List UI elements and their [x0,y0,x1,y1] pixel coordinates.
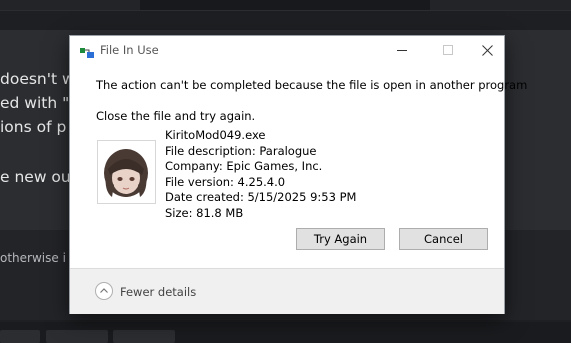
error-message: The action can't be completed because th… [96,78,528,92]
background-button [0,330,40,343]
background-button [46,330,108,343]
close-icon [481,44,493,56]
instruction-text: Close the file and try again. [96,109,256,123]
background-tab [0,0,140,10]
background-tab [430,0,571,10]
background-bottom-bar [0,322,571,343]
background-text-line: e new out [0,168,77,186]
file-in-use-dialog: File In Use The action can't be complete… [69,35,527,314]
try-again-button[interactable]: Try Again [296,228,385,250]
chevron-up-icon[interactable] [95,282,113,300]
file-thumbnail [97,140,156,204]
file-version: File version: 4.25.4.0 [165,174,286,189]
minimize-icon [396,49,407,51]
cancel-button[interactable]: Cancel [399,228,488,250]
background-button [113,330,175,343]
file-date-created: Date created: 5/15/2025 9:53 PM [165,190,357,205]
close-button[interactable] [470,36,504,64]
file-company: Company: Epic Games, Inc. [165,159,323,174]
dialog-title: File In Use [100,43,159,57]
dialog-footer: Fewer details [70,268,504,314]
file-size: Size: 81.8 MB [165,205,244,220]
file-description: File description: Paralogue [165,143,317,158]
background-small-text: otherwise i [0,251,66,265]
file-details: KiritoMod049.exe File description: Paral… [165,128,356,222]
background-topbar [0,0,571,11]
background-text-line: ions of p [0,118,67,136]
title-bar[interactable]: File In Use [70,36,504,64]
minimize-button[interactable] [380,36,424,64]
maximize-icon [442,44,453,55]
fewer-details-link[interactable]: Fewer details [120,285,196,299]
file-in-use-icon [80,44,94,58]
maximize-button[interactable] [426,36,470,64]
file-name: KiritoMod049.exe [165,128,266,142]
